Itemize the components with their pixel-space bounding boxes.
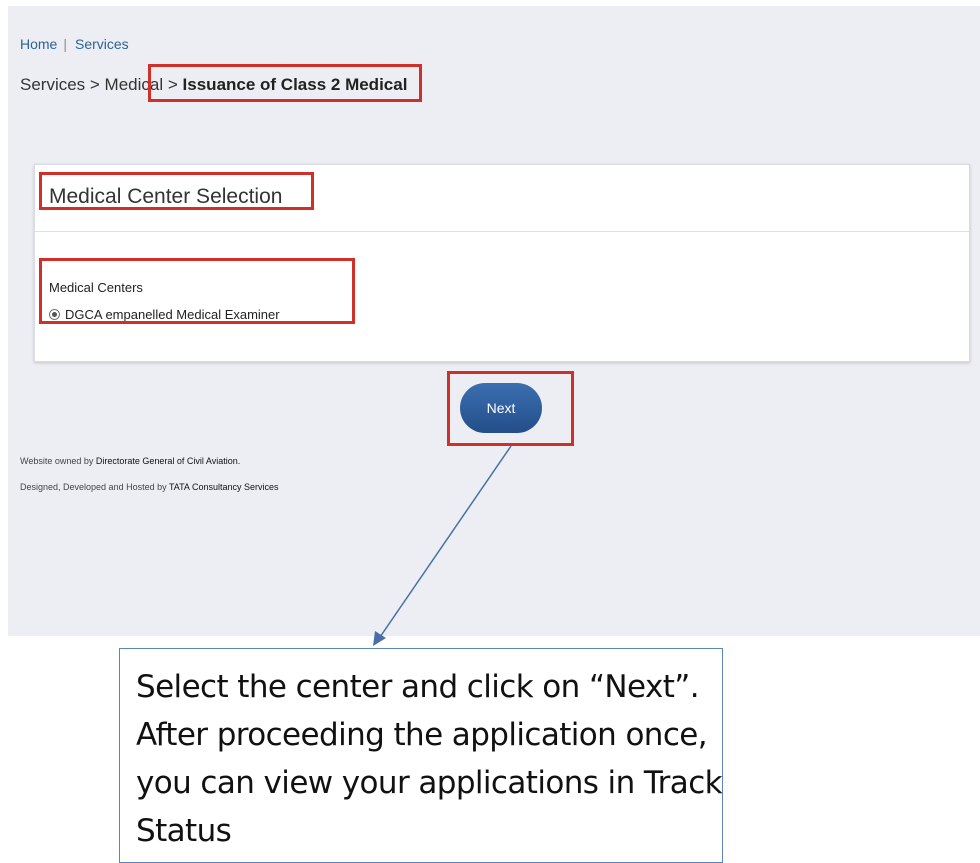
instruction-note: Select the center and click on “Next”. A… [119,648,723,863]
arrow-head-icon [373,631,386,646]
arrow-line [379,445,512,638]
